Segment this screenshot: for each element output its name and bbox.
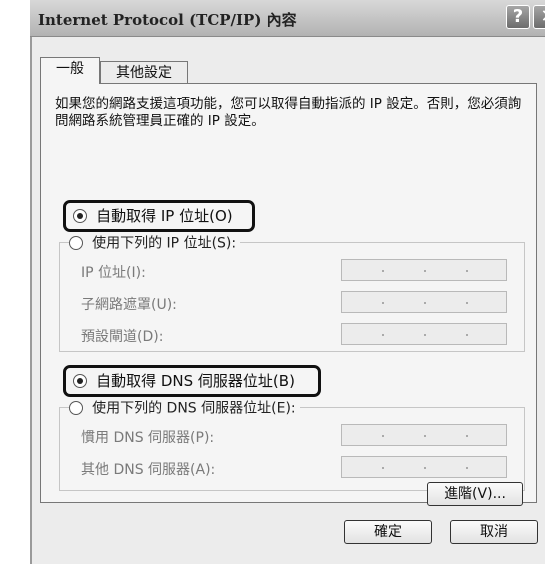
radio-manual-ip[interactable]: 使用下列的 IP 位址(S): bbox=[69, 232, 241, 254]
default-gateway-label: 預設閘道(D): bbox=[81, 329, 164, 345]
radio-manual-ip-label: 使用下列的 IP 位址(S): bbox=[92, 235, 237, 252]
radio-unselected-icon[interactable] bbox=[69, 235, 83, 250]
tab-general[interactable]: 一般 bbox=[40, 57, 100, 84]
general-tab-panel: 如果您的網路支援這項功能，您可以取得自動指派的 IP 設定。否則，您必須詢問網路… bbox=[40, 83, 537, 506]
title-bar[interactable]: Internet Protocol (TCP/IP) 內容 ? ✕ bbox=[30, 0, 545, 37]
dialog-client-area: 一般 其他設定 如果您的網路支援這項功能，您可以取得自動指派的 IP 設定。否則… bbox=[32, 37, 545, 564]
radio-auto-ip[interactable]: 自動取得 IP 位址(O) bbox=[73, 205, 233, 227]
ip-address-field[interactable] bbox=[341, 259, 507, 281]
radio-selected-icon[interactable] bbox=[73, 208, 87, 223]
question-mark-icon: ? bbox=[512, 6, 524, 27]
radio-manual-dns-label: 使用下列的 DNS 伺服器位址(E): bbox=[92, 400, 296, 417]
subnet-mask-label: 子網路遮罩(U): bbox=[81, 297, 177, 313]
ok-button[interactable]: 確定 bbox=[344, 520, 432, 544]
alternate-dns-label: 其他 DNS 伺服器(A): bbox=[81, 462, 216, 478]
close-button[interactable]: ✕ bbox=[533, 5, 545, 29]
description-text: 如果您的網路支援這項功能，您可以取得自動指派的 IP 設定。否則，您必須詢問網路… bbox=[55, 96, 522, 129]
tab-label: 一般 bbox=[56, 61, 84, 77]
preferred-dns-label: 慣用 DNS 伺服器(P): bbox=[81, 430, 215, 446]
default-gateway-field[interactable] bbox=[341, 323, 507, 345]
radio-manual-dns[interactable]: 使用下列的 DNS 伺服器位址(E): bbox=[69, 397, 300, 419]
radio-selected-icon[interactable] bbox=[73, 373, 87, 388]
cancel-button[interactable]: 取消 bbox=[450, 520, 538, 544]
preferred-dns-field[interactable] bbox=[341, 424, 507, 446]
radio-auto-ip-label: 自動取得 IP 位址(O) bbox=[96, 207, 233, 225]
tab-alternate-configuration[interactable]: 其他設定 bbox=[100, 61, 188, 85]
window-title: Internet Protocol (TCP/IP) 內容 bbox=[38, 11, 297, 29]
radio-unselected-icon[interactable] bbox=[69, 400, 83, 415]
help-button[interactable]: ? bbox=[506, 5, 530, 29]
close-icon: ✕ bbox=[540, 6, 545, 27]
tcpip-properties-dialog: Internet Protocol (TCP/IP) 內容 ? ✕ 一般 其他設… bbox=[30, 0, 545, 564]
radio-auto-dns[interactable]: 自動取得 DNS 伺服器位址(B) bbox=[73, 370, 295, 392]
subnet-mask-field[interactable] bbox=[341, 291, 507, 313]
radio-auto-dns-label: 自動取得 DNS 伺服器位址(B) bbox=[96, 372, 295, 390]
tab-label: 其他設定 bbox=[116, 65, 172, 81]
advanced-button[interactable]: 進階(V)... bbox=[427, 482, 523, 506]
ip-address-label: IP 位址(I): bbox=[81, 265, 146, 281]
alternate-dns-field[interactable] bbox=[341, 456, 507, 478]
